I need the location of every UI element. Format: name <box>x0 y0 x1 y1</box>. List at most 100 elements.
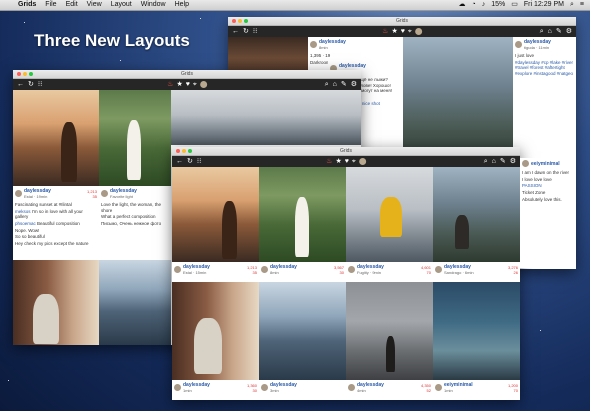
post-meta: 1min <box>183 388 192 393</box>
post-username[interactable]: eeiyminimal <box>531 161 560 167</box>
wifi-icon[interactable]: ◔ <box>472 0 476 10</box>
avatar[interactable] <box>261 266 268 273</box>
avatar[interactable] <box>174 266 181 273</box>
menu-list-icon[interactable]: ≡ <box>580 0 584 10</box>
post-caption: Fascinating sunset at #Ilintal <box>15 202 72 207</box>
photo-pier[interactable] <box>433 282 520 380</box>
heart-icon[interactable]: ♥ <box>186 79 190 90</box>
post-comment: meksos I'm so in love with all your gall… <box>15 208 83 220</box>
photo-sunset-girl[interactable] <box>13 90 99 186</box>
avatar[interactable] <box>515 41 522 48</box>
pen-icon[interactable]: ✎ <box>341 79 347 90</box>
photo-sunset-girl[interactable] <box>172 167 259 262</box>
cloud-icon[interactable]: ☁ <box>459 0 466 10</box>
avatar[interactable] <box>522 160 529 167</box>
fire-icon[interactable]: ♨ <box>382 26 388 37</box>
avatar[interactable] <box>348 266 355 273</box>
avatar[interactable] <box>15 190 22 197</box>
refresh-icon[interactable]: ↻ <box>28 79 34 90</box>
comments-count: 35 <box>92 193 97 199</box>
menu-layout[interactable]: Layout <box>111 0 132 10</box>
fire-icon[interactable]: ♨ <box>167 79 173 90</box>
post-comment: What a perfect composition <box>101 214 156 220</box>
search-icon[interactable]: ⌕ <box>325 79 329 90</box>
pin-icon[interactable]: ⌖ <box>408 26 412 37</box>
tag-icon[interactable]: ⌂ <box>333 79 337 90</box>
menu-file[interactable]: File <box>45 0 56 10</box>
titlebar[interactable]: Grids <box>13 70 361 79</box>
post-card: daylessday Sandrago · 6min 3,276 26 <box>433 262 520 282</box>
grid-icon[interactable]: ⁝⁝ <box>197 156 201 167</box>
pin-icon[interactable]: ⌖ <box>352 156 356 167</box>
photo-boy-window[interactable] <box>13 260 99 345</box>
photo-fog[interactable] <box>171 90 361 145</box>
likes-count: 3,567 <box>333 264 344 270</box>
tag-icon[interactable]: ⌂ <box>548 26 552 37</box>
clock[interactable]: Fri 12:29 PM <box>524 0 564 10</box>
photo-valley[interactable] <box>259 282 346 380</box>
avatar[interactable] <box>414 28 422 35</box>
back-icon[interactable]: ← <box>17 79 24 90</box>
search-icon[interactable]: ⌕ <box>570 0 574 10</box>
pen-icon[interactable]: ✎ <box>500 156 506 167</box>
volume-icon[interactable]: ♪ <box>482 0 486 10</box>
avatar[interactable] <box>435 266 442 273</box>
settings-icon[interactable]: ⚙ <box>351 79 357 90</box>
battery-percent[interactable]: 15% <box>491 0 505 10</box>
menu-help[interactable]: Help <box>175 0 189 10</box>
fire-icon[interactable]: ♨ <box>326 156 332 167</box>
heart-icon[interactable]: ♥ <box>345 156 349 167</box>
pin-icon[interactable]: ⌖ <box>193 79 197 90</box>
avatar[interactable] <box>310 41 317 48</box>
photo-valley[interactable] <box>99 260 171 345</box>
avatar[interactable] <box>174 384 181 391</box>
post-comment: So so beautiful <box>15 234 45 240</box>
star-dot <box>24 22 25 23</box>
photo-forest-dress[interactable] <box>259 167 346 262</box>
menu-app-name[interactable]: Grids <box>18 0 36 10</box>
search-icon[interactable]: ⌕ <box>484 156 488 167</box>
star-icon[interactable]: ★ <box>391 26 397 37</box>
star-dot <box>540 330 541 331</box>
photo-yellow-coat[interactable] <box>346 167 433 262</box>
photo-couple-coast[interactable] <box>433 167 520 262</box>
star-icon[interactable]: ★ <box>335 156 341 167</box>
pen-icon[interactable]: ✎ <box>556 26 562 37</box>
titlebar[interactable]: Grids <box>172 147 520 156</box>
photo-forest-dress[interactable] <box>99 90 171 186</box>
settings-icon[interactable]: ⚙ <box>510 156 516 167</box>
tag-icon[interactable]: ⌂ <box>492 156 496 167</box>
battery-icon: ▭ <box>511 1 518 8</box>
post-meta: 3min <box>270 388 279 393</box>
star-dot <box>120 60 121 61</box>
titlebar[interactable]: Grids <box>228 17 576 26</box>
post-card: daylessday 4min 4,350 52 <box>346 380 433 400</box>
photo-shore-figure[interactable] <box>346 282 433 380</box>
comments-count: 19 <box>325 53 331 58</box>
post-meta: 1min <box>444 388 453 393</box>
refresh-icon[interactable]: ↻ <box>187 156 193 167</box>
back-icon[interactable]: ← <box>232 26 239 37</box>
back-icon[interactable]: ← <box>176 156 183 167</box>
photo-boy-window[interactable] <box>172 282 259 380</box>
photo-coast[interactable] <box>403 37 513 165</box>
avatar[interactable] <box>358 158 366 165</box>
grid-icon[interactable]: ⁝⁝ <box>38 79 42 90</box>
headline: Three New Layouts <box>34 31 190 50</box>
likes-count: 3,276 <box>507 264 518 270</box>
avatar[interactable] <box>199 81 207 88</box>
avatar[interactable] <box>261 384 268 391</box>
avatar[interactable] <box>101 190 108 197</box>
menu-view[interactable]: View <box>87 0 102 10</box>
grid-icon[interactable]: ⁝⁝ <box>253 26 257 37</box>
settings-icon[interactable]: ⚙ <box>566 26 572 37</box>
avatar[interactable] <box>435 384 442 391</box>
refresh-icon[interactable]: ↻ <box>243 26 249 37</box>
avatar[interactable] <box>348 384 355 391</box>
menu-window[interactable]: Window <box>141 0 166 10</box>
post-comment: PASSION <box>522 183 542 189</box>
star-icon[interactable]: ★ <box>176 79 182 90</box>
menu-edit[interactable]: Edit <box>66 0 78 10</box>
heart-icon[interactable]: ♥ <box>401 26 405 37</box>
search-icon[interactable]: ⌕ <box>540 26 544 37</box>
